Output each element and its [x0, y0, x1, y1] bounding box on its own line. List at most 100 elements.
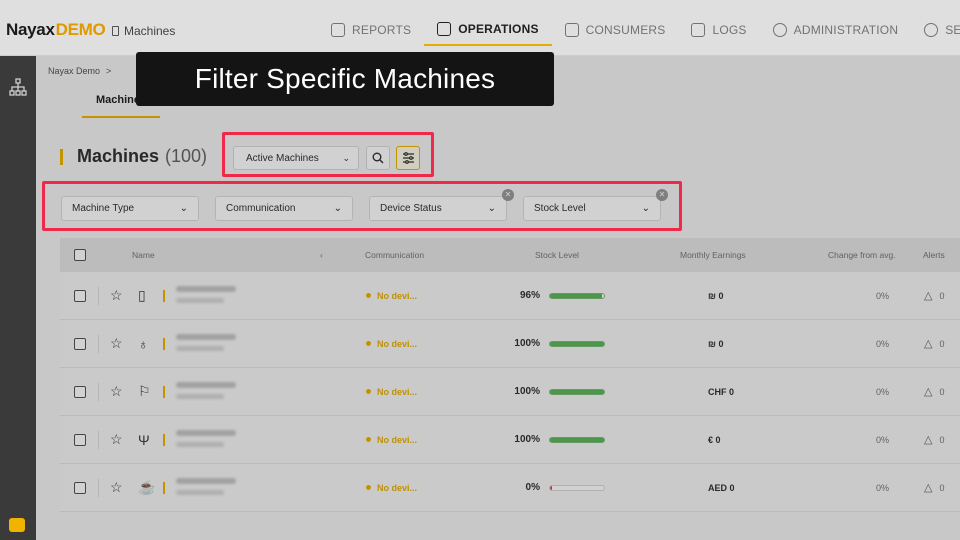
nayax-logo[interactable]: NayaxDEMO [6, 20, 106, 40]
filter-toggle-button[interactable] [396, 146, 420, 170]
alerts-cell[interactable]: △ 0 [924, 337, 944, 350]
star-icon[interactable]: ☆ [110, 383, 123, 400]
status-dot [366, 341, 371, 346]
clear-stock-level-icon[interactable]: ✕ [656, 189, 668, 201]
active-machines-select[interactable]: Active Machines ⌄ [233, 146, 359, 170]
column-name[interactable]: Name [132, 250, 155, 260]
nav-label: REPORTS [352, 23, 412, 37]
hierarchy-icon[interactable] [9, 78, 27, 99]
select-all-checkbox[interactable] [74, 249, 86, 261]
row-checkbox[interactable] [74, 433, 86, 446]
gear-icon [924, 23, 939, 37]
row-accent [163, 337, 165, 350]
row-checkbox[interactable] [74, 337, 86, 350]
nav-label: LOGS [712, 23, 747, 37]
nav-logs[interactable]: LOGS [678, 14, 759, 46]
kiddie-ride-icon: ⚐ [138, 383, 151, 399]
row-accent [163, 289, 165, 302]
alert-count: 0 [939, 338, 945, 349]
page-title: Machines [77, 146, 160, 166]
nav-settings[interactable]: SETTINGS [911, 14, 960, 46]
machine-name-blurred[interactable] [176, 286, 236, 303]
caption-banner: Filter Specific Machines [136, 52, 554, 106]
star-icon[interactable]: ☆ [110, 431, 123, 448]
column-alerts[interactable]: Alerts [923, 250, 945, 260]
alerts-cell[interactable]: △ 0 [924, 481, 944, 494]
alerts-cell[interactable]: △ 0 [924, 289, 944, 302]
active-select-value: Active Machines [246, 152, 319, 164]
machine-name-blurred[interactable] [176, 382, 236, 399]
star-icon[interactable]: ☆ [110, 479, 123, 496]
alerts-cell[interactable]: △ 0 [924, 385, 944, 398]
stock-bar [549, 388, 605, 395]
heading-accent [60, 148, 63, 165]
nav-reports[interactable]: REPORTS [318, 14, 424, 46]
top-bar: NayaxDEMO Machines REPORTS OPERATIONS CO… [0, 0, 960, 56]
balloon-icon: ♁ [138, 335, 149, 352]
clear-device-status-icon[interactable]: ✕ [502, 189, 514, 201]
communication-status: No devi... [366, 291, 417, 301]
status-dot [366, 437, 371, 442]
communication-label: No devi... [377, 338, 418, 349]
stock-bar-fill [550, 437, 604, 442]
communication-filter[interactable]: Communication ⌄ [215, 196, 353, 221]
table-row[interactable]: ☆ ☕ No devi... 0% AED 0 0% △ 0 [60, 464, 960, 512]
stock-bar [549, 340, 605, 347]
communication-status: No devi... [366, 435, 417, 445]
nav-label: CONSUMERS [585, 23, 666, 37]
communication-label: No devi... [377, 290, 418, 301]
communication-status: No devi... [366, 483, 417, 493]
warning-icon: △ [924, 290, 933, 302]
change-from-avg: 0% [876, 290, 890, 301]
column-monthly-earnings[interactable]: Monthly Earnings [680, 250, 746, 260]
row-checkbox[interactable] [74, 385, 86, 398]
alerts-cell[interactable]: △ 0 [924, 433, 944, 446]
nav-administration[interactable]: ADMINISTRATION [760, 14, 912, 46]
table-header: Name ‹ Communication Stock Level Monthly… [60, 238, 960, 272]
search-button[interactable] [366, 146, 390, 170]
monthly-earnings: ₪ 0 [708, 290, 724, 301]
machine-name-blurred[interactable] [176, 478, 236, 495]
chat-icon[interactable] [9, 518, 25, 532]
collapse-icon[interactable]: ‹ [320, 250, 323, 260]
row-checkbox[interactable] [74, 481, 86, 494]
table-row[interactable]: ☆ ♁ No devi... 100% ₪ 0 0% △ 0 [60, 320, 960, 368]
machine-name-blurred[interactable] [176, 430, 236, 447]
status-dot [366, 389, 371, 394]
row-checkbox[interactable] [74, 289, 86, 302]
table-row[interactable]: ☆ ▯ No devi... 96% ₪ 0 0% △ 0 [60, 272, 960, 320]
main-nav: REPORTS OPERATIONS CONSUMERS LOGS ADMINI… [318, 14, 960, 46]
device-status-filter[interactable]: Device Status ⌄ [369, 196, 507, 221]
stock-bar-fill [550, 293, 602, 298]
communication-label: No devi... [377, 482, 418, 493]
stock-bar [549, 292, 605, 299]
brand-name: Nayax [6, 20, 55, 39]
column-communication[interactable]: Communication [365, 250, 424, 260]
row-accent [163, 385, 165, 398]
machine-type-filter[interactable]: Machine Type ⌄ [61, 196, 199, 221]
breadcrumb-root[interactable]: Nayax Demo [48, 66, 100, 76]
status-dot [366, 293, 371, 298]
table-row[interactable]: ☆ ⚐ No devi... 100% CHF 0 0% △ 0 [60, 368, 960, 416]
nav-label: SETTINGS [945, 23, 960, 37]
star-icon[interactable]: ☆ [110, 335, 123, 352]
communication-status: No devi... [366, 339, 417, 349]
table-row[interactable]: ☆ Ψ No devi... 100% € 0 0% △ 0 [60, 416, 960, 464]
star-icon[interactable]: ☆ [110, 287, 123, 304]
stock-percentage: 100% [514, 434, 540, 445]
machine-name-blurred[interactable] [176, 334, 236, 351]
stock-percentage: 100% [514, 386, 540, 397]
nav-consumers[interactable]: CONSUMERS [552, 14, 679, 46]
filter-label: Device Status [380, 203, 442, 214]
change-from-avg: 0% [876, 386, 890, 397]
column-stock-level[interactable]: Stock Level [535, 250, 579, 260]
filter-label: Communication [226, 203, 296, 214]
alert-count: 0 [939, 290, 945, 301]
chevron-down-icon: ⌄ [641, 203, 650, 214]
machine-count: (100) [165, 146, 208, 166]
row-accent [163, 433, 165, 446]
stock-level-filter[interactable]: Stock Level ⌄ [523, 196, 661, 221]
column-change-from-avg[interactable]: Change from avg. [828, 250, 896, 260]
filter-label: Stock Level [534, 203, 586, 214]
nav-operations[interactable]: OPERATIONS [424, 14, 552, 46]
